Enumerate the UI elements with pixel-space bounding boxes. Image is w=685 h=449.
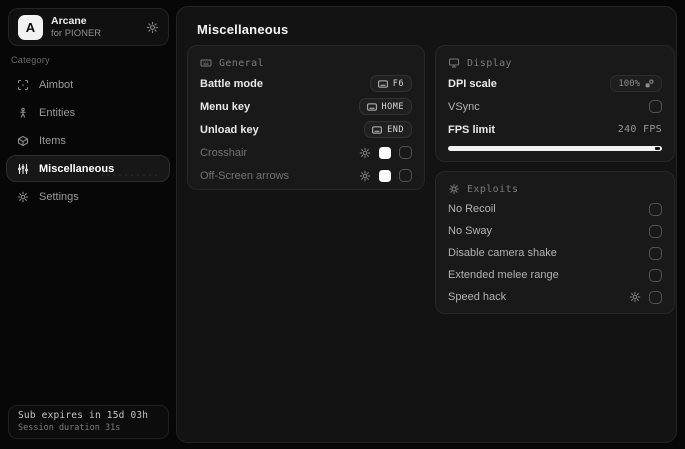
sidebar-item-label: Aimbot xyxy=(39,78,74,91)
vsync-checkbox[interactable] xyxy=(649,100,662,113)
dpi-scale-row: DPI scale 100% xyxy=(448,72,662,95)
display-card-header: Display xyxy=(448,54,662,72)
offscreen-arrows-row: Off-Screen arrows xyxy=(200,164,412,187)
unload-key-label: Unload key xyxy=(200,123,259,136)
bug-icon xyxy=(448,183,460,195)
slider-knob[interactable] xyxy=(655,147,660,150)
sidebar-item-miscellaneous[interactable]: Miscellaneous xyxy=(6,155,170,182)
unload-key-row: Unload key END xyxy=(200,118,412,141)
no-sway-row: No Sway xyxy=(448,220,662,242)
battle-mode-row: Battle mode F6 xyxy=(200,72,412,95)
offscreen-color-swatch[interactable] xyxy=(379,169,391,182)
sidebar-nav: Aimbot Entities Items Miscellaneous Sett… xyxy=(0,71,176,211)
battle-mode-label: Battle mode xyxy=(200,77,263,90)
app-window: A Arcane for PIONER Category Aimbot Enti… xyxy=(0,0,685,449)
sidebar-item-label: Settings xyxy=(39,190,79,203)
app-titles: Arcane for PIONER xyxy=(51,15,101,40)
sidebar-item-aimbot[interactable]: Aimbot xyxy=(6,71,170,98)
unload-keybind[interactable]: END xyxy=(364,121,412,138)
gear-icon xyxy=(17,191,29,203)
sidebar-item-label: Entities xyxy=(39,106,76,119)
app-name: Arcane xyxy=(51,14,87,27)
general-card-title: General xyxy=(219,57,264,69)
exploits-card: Exploits No Recoil No Sway Disable camer… xyxy=(435,171,675,314)
dots-decoration xyxy=(99,172,161,179)
app-subtitle: for PIONER xyxy=(51,27,102,39)
sliders-icon xyxy=(17,163,29,175)
crosshair-checkbox[interactable] xyxy=(399,146,412,159)
exploits-card-header: Exploits xyxy=(448,180,662,198)
keyboard-icon xyxy=(200,57,212,69)
app-header-card: A Arcane for PIONER xyxy=(8,8,169,46)
crosshair-label: Crosshair xyxy=(200,146,248,159)
general-card: General Battle mode F6 Menu key HOME Unl… xyxy=(187,45,425,190)
extended-melee-range-label: Extended melee range xyxy=(448,269,559,281)
keyboard-icon xyxy=(366,102,377,111)
sidebar-item-settings[interactable]: Settings xyxy=(6,183,170,210)
page-title: Miscellaneous xyxy=(197,22,289,37)
display-card: Display DPI scale 100% VSync FPS limit 2… xyxy=(435,45,675,162)
keyboard-icon xyxy=(377,79,388,88)
crosshair-scan-icon xyxy=(17,79,29,91)
sidebar-item-items[interactable]: Items xyxy=(6,127,170,154)
keybind-text: HOME xyxy=(381,101,404,112)
no-recoil-checkbox[interactable] xyxy=(649,202,662,216)
speed-hack-row: Speed hack xyxy=(448,286,662,308)
extended-melee-range-row: Extended melee range xyxy=(448,264,662,286)
dpi-scale-value: 100% xyxy=(618,78,640,89)
no-sway-label: No Sway xyxy=(448,225,493,237)
subscription-card: Sub expires in 15d 03h Session duration … xyxy=(8,405,169,439)
extended-melee-range-checkbox[interactable] xyxy=(649,268,662,282)
display-card-title: Display xyxy=(467,57,512,69)
keybind-text: F6 xyxy=(392,78,404,89)
session-duration-text: Session duration 31s xyxy=(18,423,121,433)
dpi-scale-label: DPI scale xyxy=(448,77,497,90)
fps-limit-value: 240 FPS xyxy=(617,124,662,135)
disable-camera-shake-label: Disable camera shake xyxy=(448,247,557,259)
category-label: Category xyxy=(11,55,50,65)
vsync-row: VSync xyxy=(448,95,662,118)
fps-limit-label: FPS limit xyxy=(448,123,496,136)
speed-hack-label: Speed hack xyxy=(448,291,507,303)
app-logo: A xyxy=(18,14,43,40)
exploits-card-title: Exploits xyxy=(467,183,519,195)
keyboard-icon xyxy=(372,125,383,134)
vsync-label: VSync xyxy=(448,100,480,113)
scale-icon xyxy=(645,79,654,88)
crosshair-color-swatch[interactable] xyxy=(379,146,391,159)
no-recoil-row: No Recoil xyxy=(448,198,662,220)
speed-hack-settings-gear-icon[interactable] xyxy=(629,291,641,303)
fps-limit-slider[interactable] xyxy=(448,146,662,151)
disable-camera-shake-row: Disable camera shake xyxy=(448,242,662,264)
general-card-header: General xyxy=(200,54,412,72)
sidebar: A Arcane for PIONER Category Aimbot Enti… xyxy=(0,0,176,449)
menu-keybind[interactable]: HOME xyxy=(358,98,412,115)
crosshair-settings-gear-icon[interactable] xyxy=(359,147,371,159)
sub-expiry-text: Sub expires in 15d 03h xyxy=(18,410,149,421)
offscreen-checkbox[interactable] xyxy=(399,169,412,182)
offscreen-settings-gear-icon[interactable] xyxy=(359,170,371,182)
disable-camera-shake-checkbox[interactable] xyxy=(649,246,662,260)
battle-mode-keybind[interactable]: F6 xyxy=(369,75,412,92)
keybind-text: END xyxy=(387,124,404,135)
dpi-scale-badge[interactable]: 100% xyxy=(610,75,662,92)
fps-limit-row: FPS limit 240 FPS xyxy=(448,118,662,141)
sidebar-item-entities[interactable]: Entities xyxy=(6,99,170,126)
person-icon xyxy=(17,107,29,119)
no-recoil-label: No Recoil xyxy=(448,203,496,215)
no-sway-checkbox[interactable] xyxy=(649,224,662,238)
sidebar-item-label: Items xyxy=(39,134,66,147)
speed-hack-checkbox[interactable] xyxy=(649,290,662,304)
menu-key-row: Menu key HOME xyxy=(200,95,412,118)
monitor-icon xyxy=(448,57,460,69)
offscreen-arrows-label: Off-Screen arrows xyxy=(200,169,290,182)
menu-key-label: Menu key xyxy=(200,100,251,113)
package-box-icon xyxy=(17,135,29,147)
main-panel: Miscellaneous General Battle mode F6 Men… xyxy=(176,6,677,443)
crosshair-row: Crosshair xyxy=(200,141,412,164)
header-gear-icon[interactable] xyxy=(146,21,159,34)
